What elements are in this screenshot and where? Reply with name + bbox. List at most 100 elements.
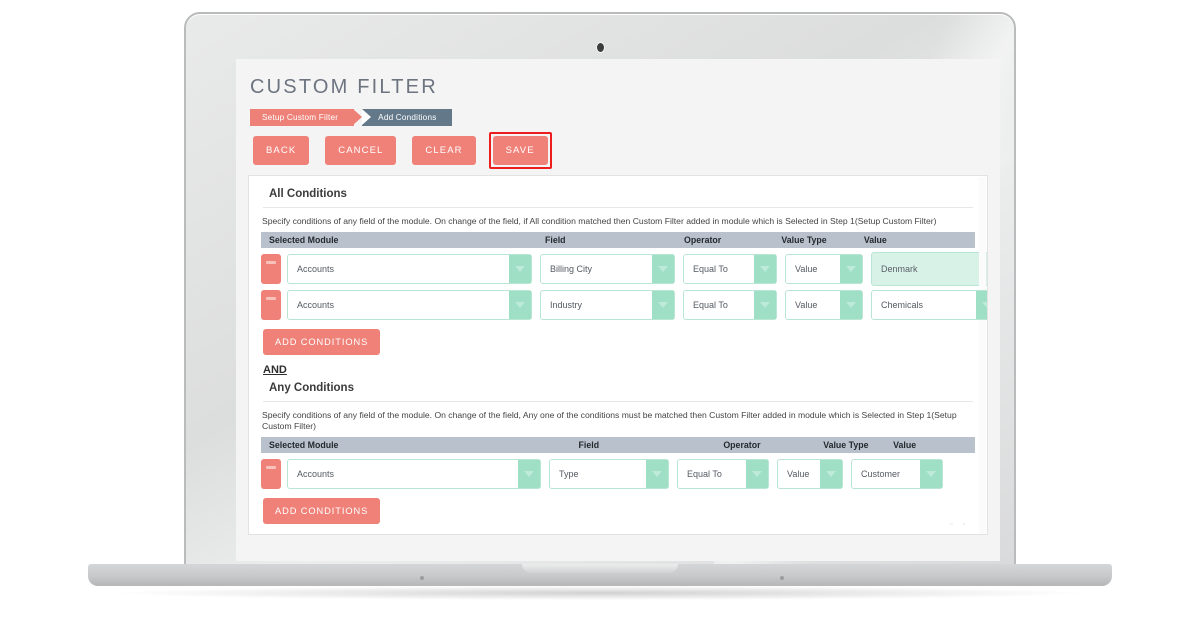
- back-button-wrap: BACK: [250, 133, 312, 168]
- step-setup-custom-filter[interactable]: Setup Custom Filter: [250, 109, 363, 126]
- field-select[interactable]: Billing City: [540, 253, 675, 284]
- col-value-type: Value Type: [781, 234, 827, 245]
- selected-module-select[interactable]: Accounts: [287, 458, 541, 489]
- remove-condition-button[interactable]: [261, 289, 281, 320]
- all-conditions-title: All Conditions: [269, 188, 347, 200]
- chevron-down-icon: [646, 459, 668, 488]
- operator-select[interactable]: Equal To: [683, 253, 777, 284]
- field-select[interactable]: Type: [549, 458, 669, 489]
- clear-button-wrap: CLEAR: [409, 133, 478, 168]
- chevron-down-icon: [509, 290, 531, 319]
- save-button[interactable]: SAVE: [492, 135, 548, 165]
- select-value: Value: [795, 263, 818, 274]
- value-type-select[interactable]: Value: [785, 289, 863, 320]
- screenshot-stage: CUSTOM FILTER Setup Custom Filter Add Co…: [0, 0, 1200, 630]
- select-value: Type: [559, 468, 579, 479]
- save-button-highlight: SAVE: [488, 131, 552, 169]
- back-button[interactable]: BACK: [253, 135, 310, 165]
- add-conditions-button-any[interactable]: ADD CONDITIONS: [263, 497, 381, 524]
- panel-scrollbar[interactable]: [979, 177, 986, 534]
- select-value: Equal To: [693, 263, 728, 274]
- col-operator: Operator: [723, 439, 761, 450]
- col-field: Field: [545, 234, 566, 245]
- select-value: Equal To: [693, 299, 728, 310]
- clear-button[interactable]: CLEAR: [412, 135, 476, 165]
- chevron-down-icon: [976, 290, 987, 319]
- table-row: Accounts Type Equal To Value Customer: [261, 456, 975, 492]
- chevron-down-icon: [652, 254, 674, 283]
- remove-condition-button[interactable]: [261, 253, 281, 284]
- selected-module-select[interactable]: Accounts: [287, 289, 532, 320]
- chevron-down-icon: [840, 290, 862, 319]
- chevron-down-icon: [746, 459, 768, 488]
- col-operator: Operator: [684, 234, 722, 245]
- chevron-down-icon: [820, 459, 842, 488]
- operator-select[interactable]: Equal To: [677, 458, 769, 489]
- conditions-panel: All Conditions Specify conditions of any…: [248, 175, 988, 535]
- add-conditions-button-all[interactable]: ADD CONDITIONS: [263, 328, 381, 355]
- base-screw-right: [780, 576, 784, 580]
- col-selected-module: Selected Module: [269, 234, 339, 245]
- table-row: Accounts Industry Equal To Value Chemica…: [261, 287, 987, 323]
- select-value: Accounts: [297, 468, 335, 479]
- select-value: Value: [795, 299, 818, 310]
- chevron-down-icon: [840, 254, 862, 283]
- resize-handle[interactable]: ▫ ▫: [950, 521, 969, 528]
- value-select[interactable]: Customer: [851, 458, 943, 489]
- select-value: Industry: [550, 299, 583, 310]
- step-label: Setup Custom Filter: [262, 113, 339, 122]
- chevron-down-icon: [652, 290, 674, 319]
- select-value: Accounts: [297, 263, 335, 274]
- page-title: CUSTOM FILTER: [250, 76, 438, 98]
- webcam-icon: [596, 43, 604, 52]
- cancel-button-wrap: CANCEL: [322, 133, 399, 168]
- wizard-steps: Setup Custom Filter Add Conditions: [250, 109, 988, 126]
- field-select[interactable]: Industry: [540, 289, 675, 320]
- col-value: Value: [863, 234, 887, 245]
- chevron-down-icon: [509, 254, 531, 283]
- select-value: Chemicals: [881, 299, 924, 310]
- select-value: Customer: [861, 468, 901, 479]
- chevron-down-icon: [518, 459, 540, 488]
- all-conditions-table-header: Selected Module Field Operator Value Typ…: [261, 231, 975, 248]
- laptop-base-notch: [522, 564, 678, 573]
- any-conditions-rows: Accounts Type Equal To Value Customer: [261, 453, 975, 492]
- laptop-shadow: [120, 586, 1080, 600]
- select-value: Accounts: [297, 299, 335, 310]
- divider: [263, 207, 973, 208]
- chevron-down-icon: [754, 290, 776, 319]
- input-value: Denmark: [881, 263, 918, 274]
- base-screw-left: [420, 576, 424, 580]
- app-page: CUSTOM FILTER Setup Custom Filter Add Co…: [236, 59, 1000, 561]
- col-value: Value: [893, 439, 917, 450]
- col-value-type: Value Type: [823, 439, 869, 450]
- all-conditions-hint: Specify conditions of any field of the m…: [262, 216, 937, 226]
- value-type-select[interactable]: Value: [785, 253, 863, 284]
- conjunction-label: AND: [263, 363, 287, 376]
- step-add-conditions[interactable]: Add Conditions: [362, 109, 452, 126]
- col-field: Field: [578, 439, 600, 450]
- select-value: Value: [787, 468, 810, 479]
- any-conditions-title: Any Conditions: [269, 381, 354, 394]
- value-input[interactable]: Denmark: [871, 251, 987, 286]
- value-type-select[interactable]: Value: [777, 458, 843, 489]
- chevron-down-icon: [920, 459, 942, 488]
- divider: [263, 400, 973, 402]
- cancel-button[interactable]: CANCEL: [325, 135, 397, 165]
- table-row: Accounts Billing City Equal To Value Den…: [261, 251, 987, 287]
- value-select[interactable]: Chemicals: [871, 289, 987, 320]
- chevron-down-icon: [754, 254, 776, 283]
- step-label: Add Conditions: [378, 113, 437, 122]
- laptop-lid: CUSTOM FILTER Setup Custom Filter Add Co…: [184, 12, 1016, 567]
- action-toolbar: BACK CANCEL CLEAR SAVE: [250, 131, 988, 169]
- remove-condition-button[interactable]: [261, 458, 281, 489]
- any-conditions-hint: Specify conditions of any field of the m…: [262, 409, 957, 432]
- all-conditions-rows: Accounts Billing City Equal To Value Den…: [261, 248, 987, 323]
- selected-module-select[interactable]: Accounts: [287, 253, 532, 284]
- select-value: Billing City: [550, 263, 593, 274]
- any-conditions-table-header: Selected Module Field Operator Value Typ…: [261, 436, 975, 453]
- select-value: Equal To: [687, 468, 722, 479]
- col-selected-module: Selected Module: [269, 439, 339, 450]
- laptop-screen: CUSTOM FILTER Setup Custom Filter Add Co…: [236, 59, 1000, 561]
- operator-select[interactable]: Equal To: [683, 289, 777, 320]
